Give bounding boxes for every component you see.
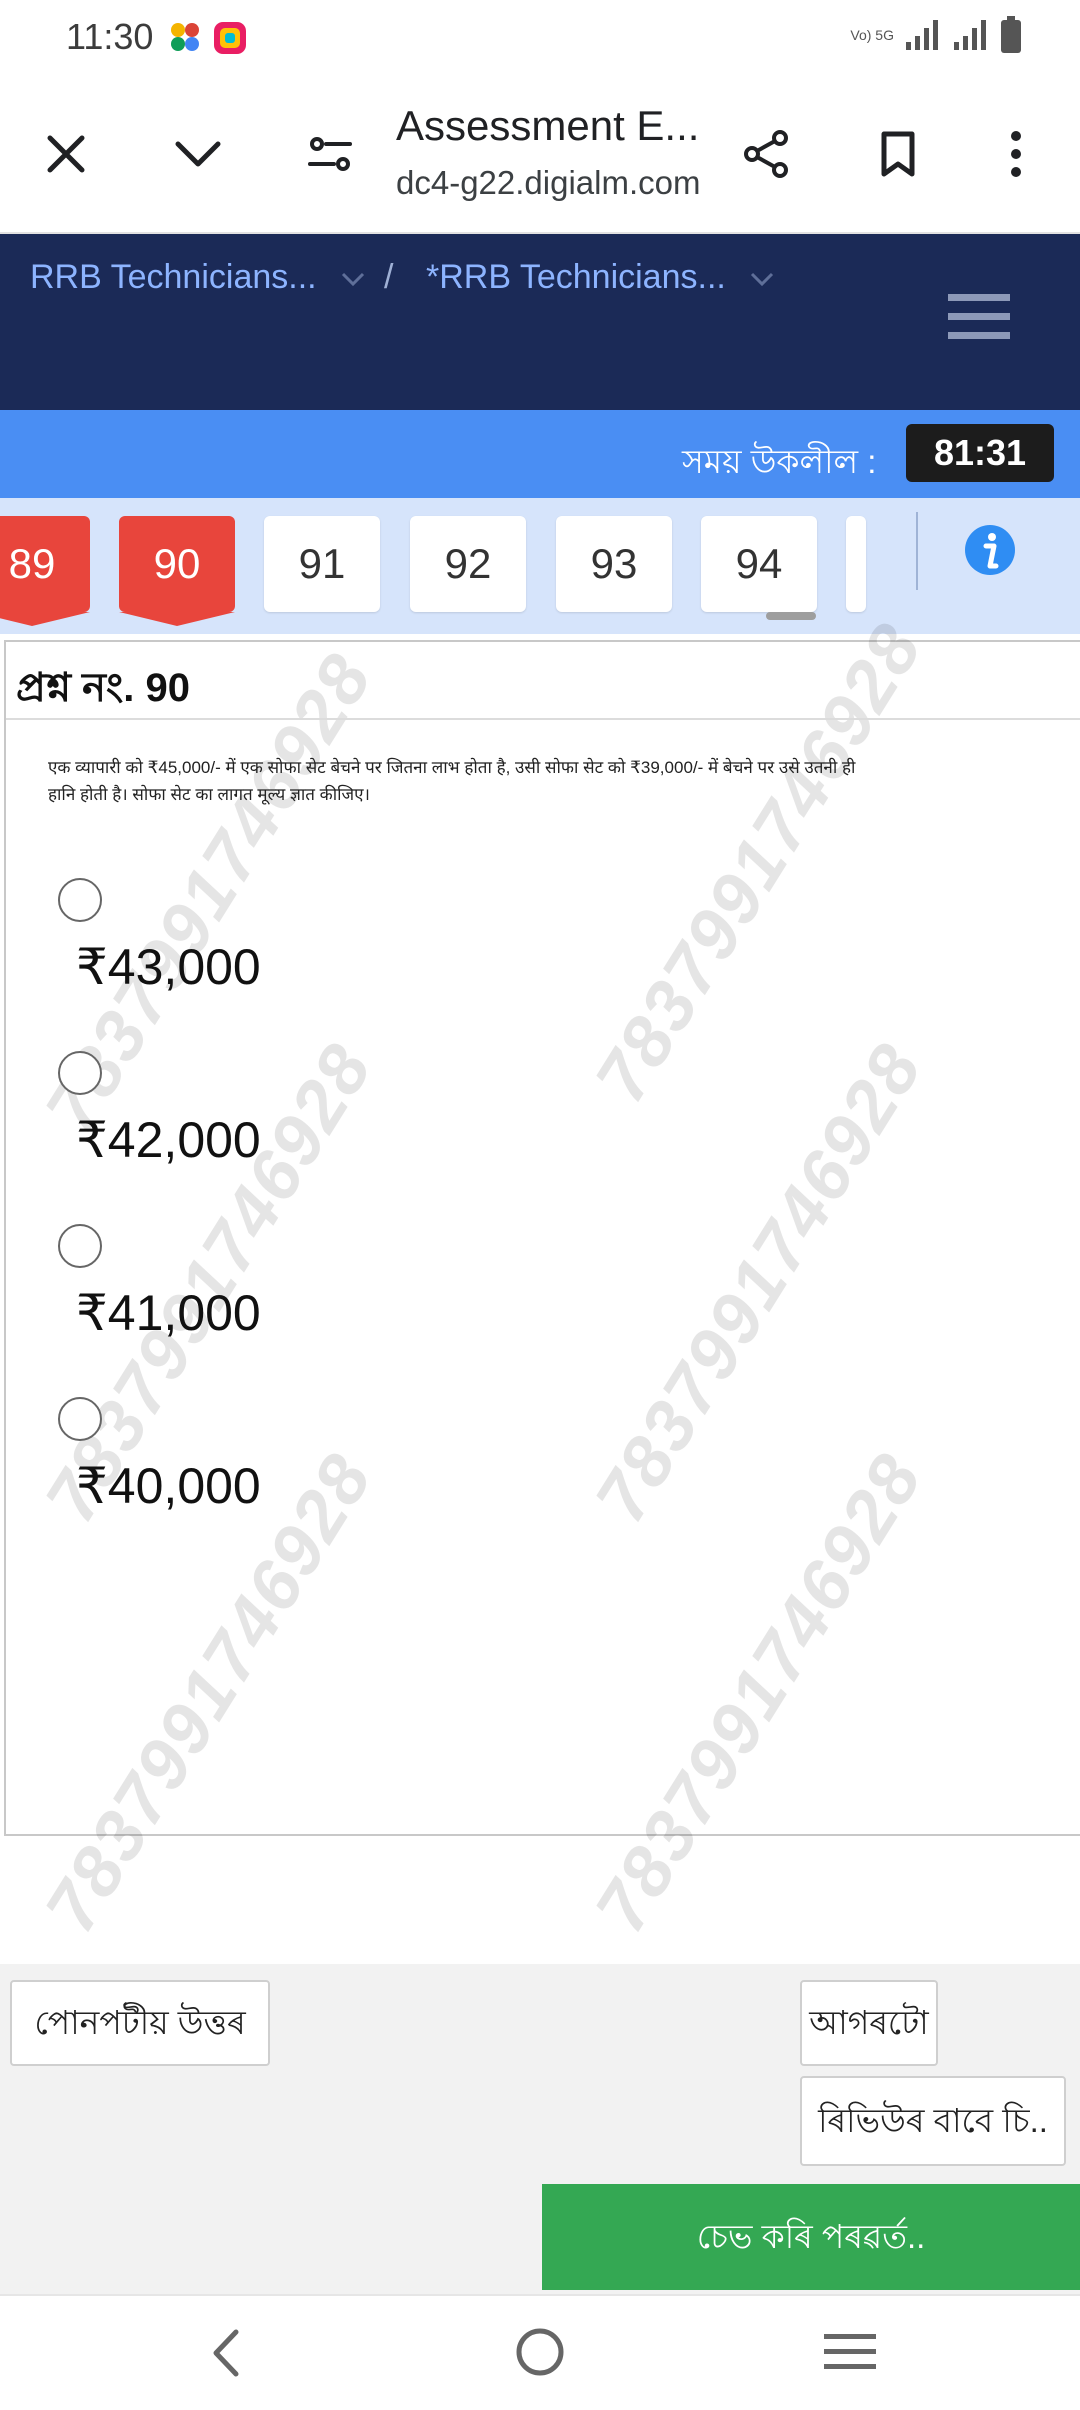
chevron-down-icon	[751, 272, 774, 287]
question-panel: 7837991746928 7837991746928 783799174692…	[4, 610, 1080, 1946]
next-button[interactable]: আগৰটো	[800, 1980, 938, 2066]
option-3[interactable]: ₹41,000	[50, 1224, 450, 1374]
timer-label: সময় উকলীল :	[682, 443, 877, 480]
page-url[interactable]: dc4-g22.digialm.com	[396, 164, 700, 202]
breadcrumb-section-2[interactable]: *RRB Technicians...	[426, 258, 775, 297]
notification-icons	[168, 18, 252, 63]
watermark: 7837991746928	[580, 1030, 939, 1536]
option-4[interactable]: ₹40,000	[50, 1397, 450, 1547]
signal-icon	[906, 20, 938, 50]
option-1[interactable]: ₹43,000	[50, 878, 450, 1028]
recent-apps-icon[interactable]	[824, 2330, 876, 2374]
bookmark-icon[interactable]	[872, 128, 924, 180]
network-label: Vo) 5G	[850, 26, 894, 43]
mark-for-review-button[interactable]: ৰিভিউৰ বাবে চি..	[800, 2076, 1066, 2166]
palette-question-partial[interactable]	[846, 516, 866, 612]
chevron-down-icon	[342, 272, 365, 287]
breadcrumb-section-1[interactable]: RRB Technicians...	[30, 258, 366, 297]
more-options-icon[interactable]	[990, 128, 1042, 180]
status-bar: 11:30 Vo) 5G	[0, 0, 1080, 76]
system-navigation-bar	[0, 2294, 1080, 2410]
option-label[interactable]: ₹43,000	[76, 938, 261, 996]
palette-question-89[interactable]: 89	[0, 516, 90, 626]
option-radio[interactable]	[58, 878, 102, 922]
signal-icon-2	[954, 20, 986, 50]
pinwheel-app-icon	[171, 23, 199, 51]
question-number: প্রশ্ন নং. 90	[16, 666, 190, 710]
palette-question-91[interactable]: 91	[264, 516, 380, 612]
chevron-down-icon[interactable]	[172, 128, 224, 180]
close-icon[interactable]	[40, 128, 92, 180]
option-radio[interactable]	[58, 1224, 102, 1268]
option-radio[interactable]	[58, 1051, 102, 1095]
share-icon[interactable]	[740, 128, 792, 180]
status-right: Vo) 5G	[850, 16, 1022, 54]
menu-icon[interactable]	[948, 292, 1010, 342]
breadcrumb-separator: /	[384, 258, 394, 296]
site-header: RRB Technicians... / *RRB Technicians...	[0, 234, 1080, 410]
previous-answer-button[interactable]: পোনপটীয় উত্তৰ	[10, 1980, 270, 2066]
site-settings-icon[interactable]	[304, 128, 356, 180]
action-area: পোনপটীয় উত্তৰ আগৰটো ৰিভিউৰ বাবে চি.. চে…	[0, 1964, 1080, 2294]
watermark: 7837991746928	[580, 1440, 939, 1946]
palette-question-94[interactable]: 94	[701, 516, 817, 612]
option-label[interactable]: ₹40,000	[76, 1457, 261, 1515]
question-palette[interactable]: 89 90 91 92 93 94	[0, 498, 1080, 634]
question-text: एक व्यापारी को ₹45,000/- में एक सोफा सेट…	[48, 758, 856, 804]
palette-question-93[interactable]: 93	[556, 516, 672, 612]
page-title[interactable]: Assessment E...	[396, 102, 699, 150]
info-icon[interactable]	[964, 524, 1016, 576]
palette-question-90[interactable]: 90	[119, 516, 235, 626]
option-label[interactable]: ₹41,000	[76, 1284, 261, 1342]
browser-toolbar: Assessment E... dc4-g22.digialm.com	[0, 76, 1080, 234]
question-header: প্রশ্ন নং. 90	[6, 642, 1080, 720]
palette-question-92[interactable]: 92	[410, 516, 526, 612]
palette-divider	[916, 512, 918, 590]
option-radio[interactable]	[58, 1397, 102, 1441]
palette-scrollbar[interactable]	[766, 612, 816, 620]
timer-bar: সময় উকলীল : 81:31	[0, 410, 1080, 498]
back-icon[interactable]	[206, 2328, 246, 2378]
option-label[interactable]: ₹42,000	[76, 1111, 261, 1169]
option-2[interactable]: ₹42,000	[50, 1051, 450, 1201]
timer-value: 81:31	[906, 424, 1054, 482]
status-time: 11:30	[66, 16, 154, 57]
save-and-next-button[interactable]: চেভ কৰি পৰৱৰ্ত..	[542, 2184, 1080, 2290]
gallery-app-icon	[214, 22, 246, 54]
battery-icon	[1001, 16, 1021, 53]
home-icon[interactable]	[514, 2326, 566, 2378]
